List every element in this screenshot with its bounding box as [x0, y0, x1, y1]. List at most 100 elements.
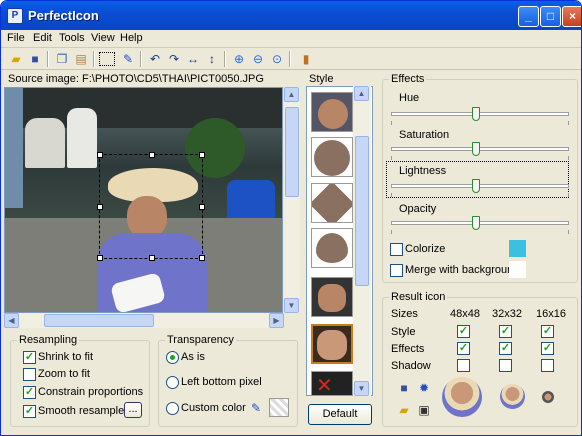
- shadow-32-checkbox[interactable]: [499, 359, 512, 372]
- colorize-checkbox[interactable]: [390, 243, 403, 256]
- rotate-left-icon[interactable]: ↶: [146, 50, 164, 68]
- effects-row-label: Effects: [391, 343, 425, 355]
- style-thumbnail[interactable]: [311, 92, 353, 132]
- flip-horizontal-icon[interactable]: ↔: [184, 50, 202, 68]
- flip-vertical-icon[interactable]: ↕: [203, 50, 221, 68]
- left-bottom-pixel-radio[interactable]: [166, 376, 179, 389]
- style-thumbnail-selected[interactable]: [311, 324, 353, 364]
- window-title: PerfectIcon: [28, 8, 99, 23]
- scroll-up-icon[interactable]: ▲: [284, 87, 299, 102]
- constrain-proportions-label: Constrain proportions: [38, 386, 144, 398]
- source-image-preview[interactable]: [4, 87, 283, 313]
- as-is-label: As is: [181, 351, 205, 363]
- scroll-up-icon[interactable]: ▲: [354, 86, 369, 101]
- style-48-checkbox[interactable]: ✓: [457, 325, 470, 338]
- maximize-button[interactable]: □: [540, 6, 561, 27]
- style-thumbnail[interactable]: ✕: [311, 371, 353, 395]
- zoom-to-fit-checkbox[interactable]: [23, 368, 36, 381]
- size-16-label: 16x16: [536, 308, 566, 320]
- minimize-button[interactable]: _: [518, 6, 539, 27]
- title-bar[interactable]: P PerfectIcon _ □ ×: [1, 1, 581, 30]
- effects-48-checkbox[interactable]: ✓: [457, 342, 470, 355]
- left-bottom-pixel-label: Left bottom pixel: [181, 376, 262, 388]
- save-icon[interactable]: ■: [26, 50, 44, 68]
- style-thumbnail[interactable]: [311, 183, 353, 223]
- colorize-color-swatch[interactable]: [509, 240, 526, 257]
- result-icon-16: [542, 391, 554, 403]
- opacity-slider[interactable]: [391, 216, 569, 234]
- menu-file[interactable]: File: [7, 32, 25, 44]
- size-48-label: 48x48: [450, 308, 480, 320]
- close-button[interactable]: ×: [562, 6, 581, 27]
- scroll-thumb[interactable]: [355, 136, 369, 286]
- menu-tools[interactable]: Tools: [59, 32, 85, 44]
- style-32-checkbox[interactable]: ✓: [499, 325, 512, 338]
- scroll-down-icon[interactable]: ▼: [284, 298, 299, 313]
- export-icon[interactable]: ▣: [415, 401, 433, 419]
- custom-color-radio[interactable]: [166, 402, 179, 415]
- book-icon[interactable]: ▮: [297, 50, 315, 68]
- transparency-title: Transparency: [165, 334, 236, 346]
- style-list-scrollbar[interactable]: ▲ ▼: [353, 86, 371, 396]
- scroll-thumb[interactable]: [44, 314, 154, 327]
- shadow-16-checkbox[interactable]: [541, 359, 554, 372]
- menu-view[interactable]: View: [91, 32, 115, 44]
- merge-background-checkbox[interactable]: [390, 264, 403, 277]
- pen-icon[interactable]: ✎: [119, 50, 137, 68]
- style-thumbnail[interactable]: [311, 277, 353, 317]
- constrain-proportions-checkbox[interactable]: ✓: [23, 386, 36, 399]
- sizes-label: Sizes: [391, 308, 418, 320]
- style-16-checkbox[interactable]: ✓: [541, 325, 554, 338]
- eyedropper-icon[interactable]: ✎: [247, 399, 265, 417]
- toolbar: ▰ ■ ❐ ▤ ✎ ↶ ↷ ↔ ↕ ⊕ ⊖ ⊙ ▮: [1, 48, 581, 70]
- opacity-label: Opacity: [399, 203, 437, 215]
- copy-icon[interactable]: ❐: [53, 50, 71, 68]
- open-folder-icon[interactable]: ▰: [395, 401, 413, 419]
- crop-selection[interactable]: [97, 152, 205, 261]
- smooth-resample-label: Smooth resample: [38, 405, 125, 417]
- scroll-down-icon[interactable]: ▼: [354, 381, 369, 396]
- style-row-label: Style: [391, 326, 416, 338]
- paste-icon[interactable]: ▤: [72, 50, 90, 68]
- select-rectangle-icon[interactable]: [99, 52, 115, 66]
- hue-slider[interactable]: [391, 107, 569, 125]
- colorize-label: Colorize: [405, 243, 446, 255]
- scroll-thumb[interactable]: [285, 107, 299, 197]
- result-icon-48: [442, 377, 482, 417]
- preview-vertical-scrollbar[interactable]: ▲ ▼: [284, 87, 300, 313]
- style-thumbnail[interactable]: [311, 137, 353, 177]
- saturation-label: Saturation: [399, 129, 450, 141]
- result-icon-32: [500, 384, 525, 409]
- scroll-right-icon[interactable]: ▶: [269, 313, 284, 328]
- save-icon[interactable]: ■: [395, 379, 413, 397]
- shadow-row-label: Shadow: [391, 360, 431, 372]
- effects-32-checkbox[interactable]: ✓: [499, 342, 512, 355]
- resample-options-button[interactable]: ...: [124, 402, 142, 418]
- lightness-slider[interactable]: [391, 179, 569, 197]
- settings-icon[interactable]: ✹: [415, 379, 433, 397]
- saturation-slider[interactable]: [391, 142, 569, 160]
- size-32-label: 32x32: [492, 308, 522, 320]
- as-is-radio[interactable]: [166, 351, 179, 364]
- zoom-to-fit-label: Zoom to fit: [38, 368, 90, 380]
- menu-help[interactable]: Help: [120, 32, 143, 44]
- custom-color-swatch[interactable]: [269, 398, 289, 417]
- zoom-in-icon[interactable]: ⊕: [230, 50, 248, 68]
- scroll-left-icon[interactable]: ◀: [4, 313, 19, 328]
- zoom-out-icon[interactable]: ⊖: [249, 50, 267, 68]
- menu-bar: File Edit Tools View Help: [1, 30, 581, 48]
- preview-horizontal-scrollbar[interactable]: ◀ ▶: [4, 313, 284, 328]
- lightness-label: Lightness: [399, 165, 447, 177]
- shrink-to-fit-checkbox[interactable]: ✓: [23, 351, 36, 364]
- rotate-right-icon[interactable]: ↷: [165, 50, 183, 68]
- style-thumbnail[interactable]: [311, 228, 353, 268]
- merge-color-swatch[interactable]: [509, 261, 526, 278]
- perfecticon-icon[interactable]: P: [7, 8, 23, 24]
- open-folder-icon[interactable]: ▰: [7, 50, 25, 68]
- menu-edit[interactable]: Edit: [33, 32, 52, 44]
- smooth-resample-checkbox[interactable]: ✓: [23, 405, 36, 418]
- effects-16-checkbox[interactable]: ✓: [541, 342, 554, 355]
- shadow-48-checkbox[interactable]: [457, 359, 470, 372]
- zoom-fit-icon[interactable]: ⊙: [268, 50, 286, 68]
- default-button[interactable]: Default: [308, 404, 372, 425]
